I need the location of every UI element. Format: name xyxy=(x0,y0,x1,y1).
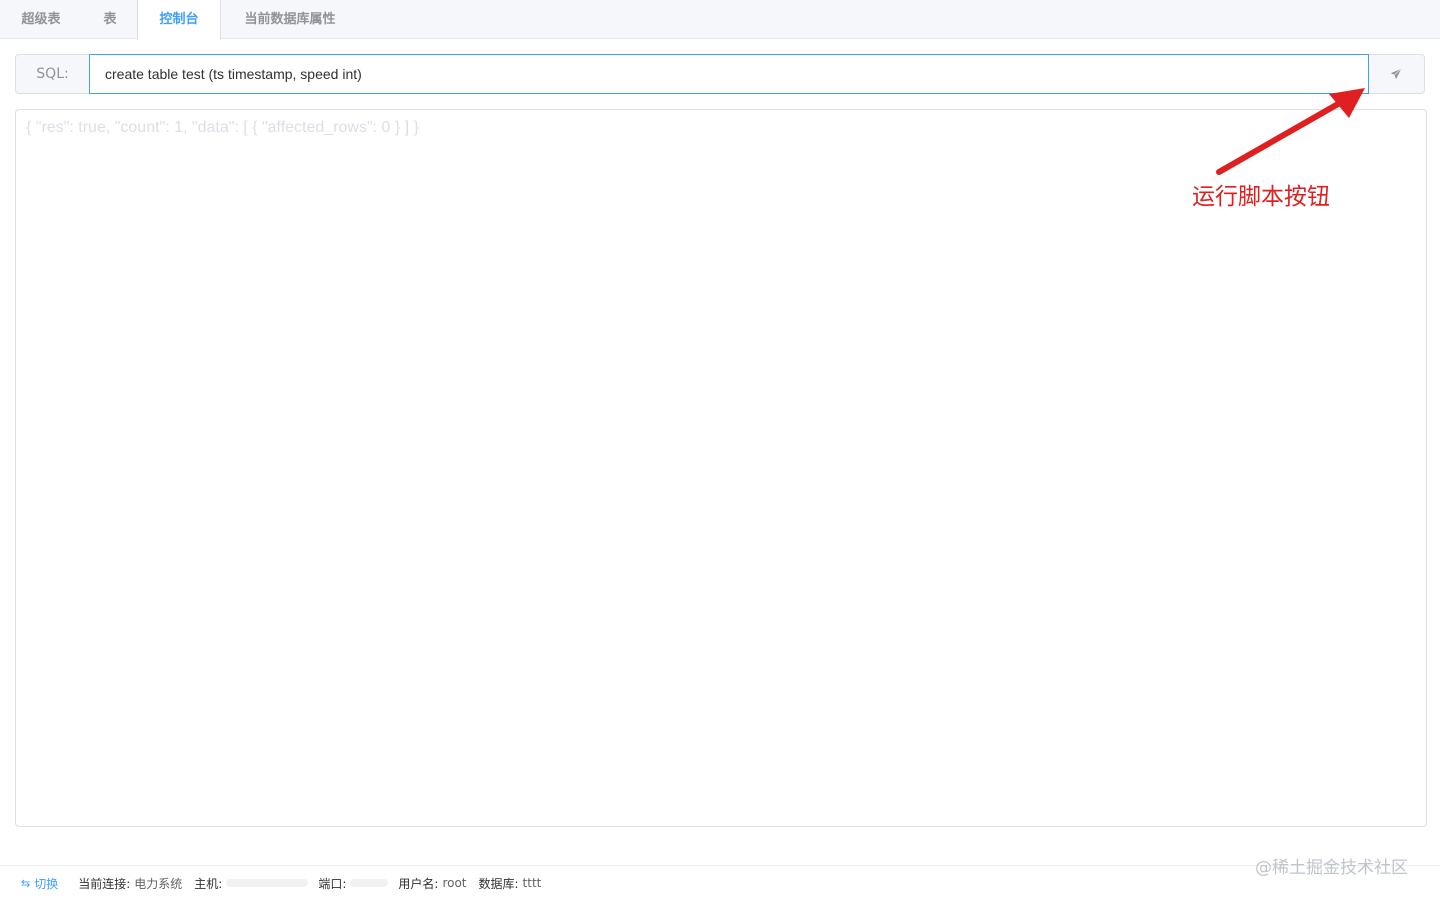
sql-prefix-label: SQL: xyxy=(36,66,69,82)
console-page: 超级表 表 控制台 当前数据库属性 SQL: { "res": true, "c… xyxy=(0,0,1440,900)
port-value-redacted xyxy=(350,879,389,887)
database-value: tttt xyxy=(522,876,542,890)
tab-db-properties[interactable]: 当前数据库属性 xyxy=(221,0,359,39)
database-label: 数据库: xyxy=(478,876,519,891)
port-label: 端口: xyxy=(318,876,347,891)
swap-icon: ⇆ xyxy=(21,876,31,890)
user-value: root xyxy=(442,876,467,890)
tab-bar: 超级表 表 控制台 当前数据库属性 xyxy=(0,0,1440,40)
result-text: { "res": true, "count": 1, "data": [ { "… xyxy=(26,119,419,136)
tab-super-table[interactable]: 超级表 xyxy=(0,0,82,39)
switch-connection-button[interactable]: ⇆ 切换 xyxy=(21,875,58,892)
sql-input[interactable] xyxy=(89,54,1369,94)
status-footer: ⇆ 切换 当前连接: 电力系统 主机: 端口: 用户名: root 数据库: t… xyxy=(21,873,553,893)
connection-value: 电力系统 xyxy=(134,876,183,891)
tab-table[interactable]: 表 xyxy=(82,0,138,39)
user-label: 用户名: xyxy=(398,876,439,891)
paper-plane-icon xyxy=(1390,68,1402,80)
tab-console[interactable]: 控制台 xyxy=(137,0,221,40)
annotation-arrow xyxy=(1216,88,1365,175)
connection-label: 当前连接: xyxy=(78,876,131,891)
host-label: 主机: xyxy=(194,876,223,891)
host-value-redacted xyxy=(226,879,309,887)
switch-label: 切换 xyxy=(34,876,59,891)
result-output[interactable]: { "res": true, "count": 1, "data": [ { "… xyxy=(15,109,1427,827)
watermark: @稀土掘金技术社区 xyxy=(1255,858,1408,878)
run-script-button[interactable] xyxy=(1368,55,1424,93)
footer-divider xyxy=(0,865,1440,866)
annotation-label: 运行脚本按钮 xyxy=(1192,184,1330,210)
